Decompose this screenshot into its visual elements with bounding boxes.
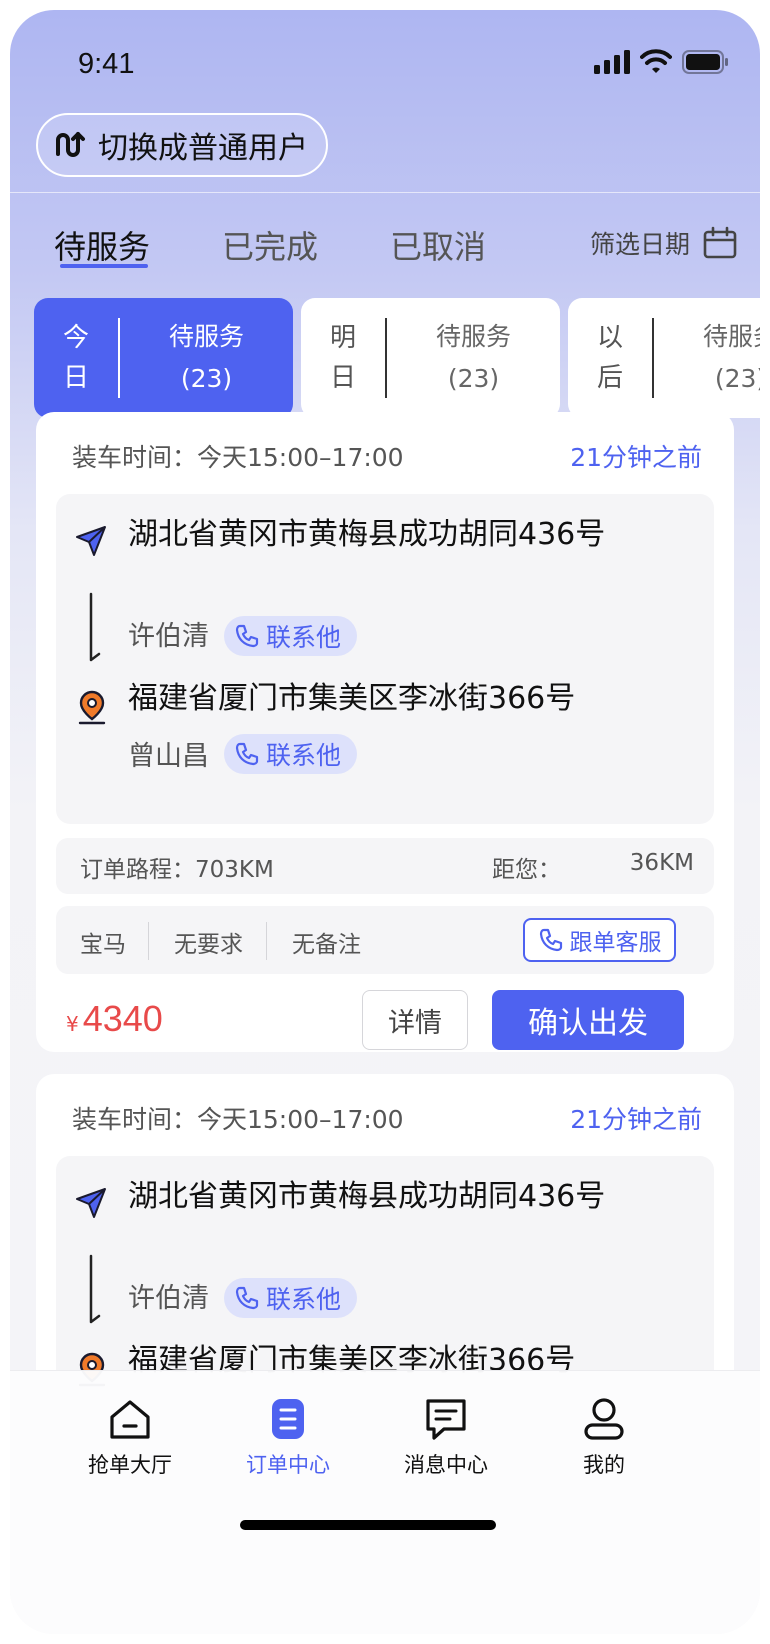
day-card-status: 待服务 [168,322,244,351]
switch-role-button[interactable]: 切换成普通用户 [36,113,328,177]
day-card-today[interactable]: 今 日 待服务 (23) [34,298,293,418]
day-card-count: (23) [180,364,233,393]
day-label: 以 后 [568,318,652,398]
nav-order-center[interactable]: 订单中心 [208,1395,368,1479]
confirm-depart-button[interactable]: 确认出发 [492,990,684,1050]
tag-remark: 无备注 [292,932,361,958]
day-card-status: 待服务 [435,322,511,351]
tab-pending[interactable]: 待服务 [54,222,150,268]
detail-button[interactable]: 详情 [362,990,468,1050]
distance-to-you-value: 36KM [629,850,694,876]
navigation-arrow-icon [76,1188,106,1218]
load-time: 装车时间：今天15:00–17:00 [72,1105,404,1134]
day-card-count: (23) [447,364,500,393]
tab-completed[interactable]: 已完成 [222,222,318,268]
route-connector-icon [89,592,101,662]
filter-date-button[interactable]: 筛选日期 [590,225,738,261]
order-price: ¥ 4340 [66,998,163,1040]
contact-sender-button[interactable]: 联系他 [224,616,358,656]
phone-screen: 9:41 切换成普通用户 待服务 已完成 已取消 筛选日期 今 日 待服务 (2… [10,10,760,1634]
start-contact-name: 许伯清 [128,1283,209,1314]
day-card-tomorrow[interactable]: 明 日 待服务 (23) [301,298,560,418]
day-card-later[interactable]: 以 后 待服务 (23) [568,298,760,418]
day-label: 今 日 [34,318,118,398]
location-pin-icon [78,690,106,725]
time-ago: 21分钟之前 [570,1105,702,1134]
nav-label: 我的 [583,1453,625,1477]
cellular-signal-icon [594,50,630,74]
distance-to-you-label: 距您： [492,857,561,883]
order-distance: 订单路程：703KM [80,857,274,883]
battery-icon [682,50,728,74]
home-indicator[interactable] [240,1520,496,1530]
status-bar: 9:41 [10,10,760,110]
header-divider [10,192,760,193]
nav-profile[interactable]: 我的 [524,1395,684,1479]
day-card-status: 待服务 [702,322,760,351]
contact-receiver-button[interactable]: 联系他 [224,734,358,774]
tag-divider [148,922,149,960]
time-ago: 21分钟之前 [570,443,702,472]
customer-service-button[interactable]: 跟单客服 [523,918,676,962]
phone-icon [539,928,562,952]
customer-service-label: 跟单客服 [569,930,662,956]
route-connector-icon [89,1254,101,1324]
nav-label: 消息中心 [404,1453,488,1477]
end-address: 福建省厦门市集美区李冰街366号 [128,681,576,716]
start-address: 湖北省黄冈市黄梅县成功胡同436号 [128,517,606,552]
order-list-icon [272,1399,304,1439]
tag-divider [266,922,267,960]
day-label: 明 日 [301,318,385,398]
start-contact-name: 许伯清 [128,621,209,652]
contact-label: 联系他 [266,741,342,770]
nav-grab-order-hall[interactable]: 抢单大厅 [50,1395,210,1479]
phone-icon [235,1286,259,1310]
day-label-top: 今 [62,323,89,353]
day-card-info: 待服务 (23) [120,316,293,400]
switch-arrows-icon [56,132,85,157]
day-card-count: (23) [714,364,760,393]
nav-label: 订单中心 [246,1453,330,1477]
price-value: 4340 [82,998,163,1039]
contact-label: 联系他 [266,623,342,652]
phone-icon [235,742,259,766]
wifi-icon [640,49,672,73]
day-label-bottom: 日 [329,363,356,393]
navigation-arrow-icon [76,526,106,556]
day-label-bottom: 后 [596,363,623,393]
contact-sender-button[interactable]: 联系他 [224,1278,358,1318]
tab-active-indicator [60,264,148,268]
distance-bar: 订单路程：703KM 距您： 36KM [56,838,714,894]
status-time: 9:41 [78,48,135,80]
nav-label: 抢单大厅 [88,1453,172,1477]
day-card-info: 待服务 (23) [387,316,560,400]
end-contact-name: 曾山昌 [128,741,209,772]
phone-icon [235,624,259,648]
load-time: 装车时间：今天15:00–17:00 [72,443,404,472]
bottom-navigation: 抢单大厅 订单中心 消息中心 我的 [10,1370,760,1634]
order-card[interactable]: 装车时间：今天15:00–17:00 21分钟之前 湖北省黄冈市黄梅县成功胡同4… [36,412,734,1052]
calendar-icon [703,226,737,259]
day-label-bottom: 日 [62,363,89,393]
tag-requirement: 无要求 [174,932,243,958]
contact-label: 联系他 [266,1285,342,1314]
message-icon [426,1399,466,1440]
price-currency: ¥ [66,1012,79,1036]
tag-car-brand: 宝马 [80,932,126,958]
tab-cancelled[interactable]: 已取消 [390,222,486,268]
start-address: 湖北省黄冈市黄梅县成功胡同436号 [128,1179,606,1214]
home-icon [110,1400,150,1439]
day-card-info: 待服务 (23) [654,316,760,400]
day-label-top: 以 [596,323,623,353]
filter-date-label: 筛选日期 [590,230,691,259]
switch-role-label: 切换成普通用户 [98,131,308,166]
profile-icon [584,1398,624,1440]
tags-bar: 宝马 无要求 无备注 跟单客服 [56,906,714,974]
route-box: 湖北省黄冈市黄梅县成功胡同436号 许伯清 联系他 福建省厦门市集美区李冰街36… [56,494,714,824]
nav-message-center[interactable]: 消息中心 [366,1395,526,1479]
day-label-top: 明 [329,323,356,353]
